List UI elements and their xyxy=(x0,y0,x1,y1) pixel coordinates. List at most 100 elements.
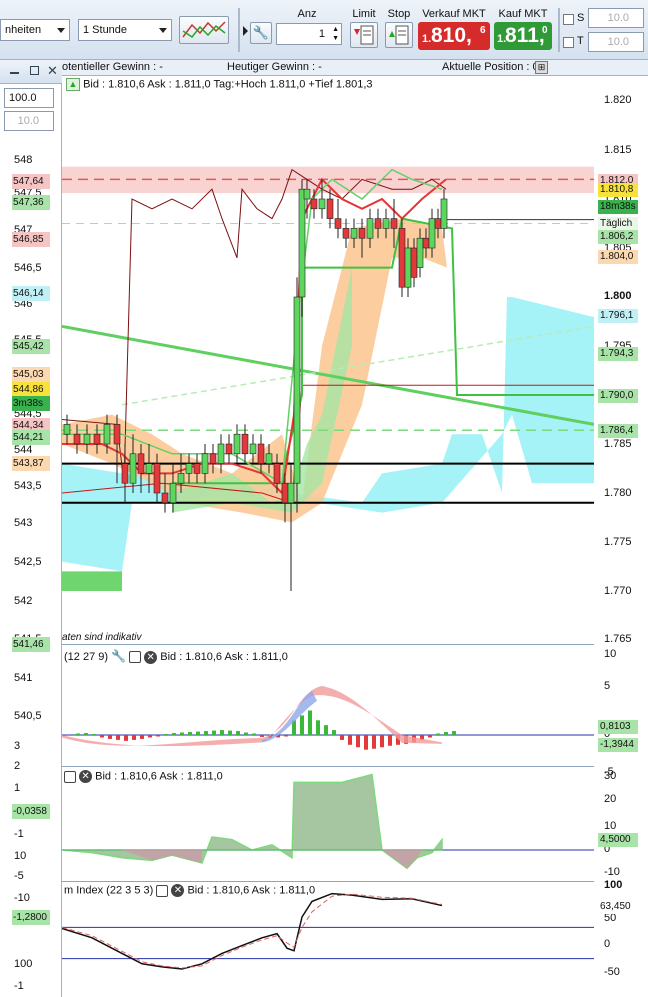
candle-body xyxy=(287,482,295,504)
stop-order-button[interactable] xyxy=(385,22,413,48)
position-settings-icon[interactable]: ⊞ xyxy=(535,61,548,74)
close-icon[interactable]: ✕ xyxy=(144,650,158,664)
macd-histogram-bar xyxy=(388,735,392,746)
left-limit-input[interactable]: 10.0 xyxy=(4,111,54,131)
macd-histogram-bar xyxy=(220,730,224,735)
left-chart-panel: ✕ 100.0 10.0 548547,5547546,5546545,5545… xyxy=(0,60,62,997)
stop-loss-checkbox[interactable] xyxy=(563,14,574,25)
left-axis-tick: 543,5 xyxy=(14,480,42,492)
interval-combo[interactable]: 1 Stunde xyxy=(78,19,172,41)
macd-histogram-bar xyxy=(332,730,336,735)
wrench-icon[interactable]: 🔧 xyxy=(111,649,126,663)
left-axis-tick: 542 xyxy=(14,595,33,607)
minimize-icon[interactable] xyxy=(10,72,19,74)
price-axis-tag: 18m38s xyxy=(598,200,638,214)
candle-body xyxy=(137,453,145,474)
left-limit-value: 10.0 xyxy=(17,115,39,127)
macd-histogram-bar xyxy=(196,731,200,735)
candle-body xyxy=(382,218,390,229)
candle-body xyxy=(121,463,129,484)
price-axis-tick: 1.765 xyxy=(604,633,632,645)
price-axis-tick: 1.780 xyxy=(604,487,632,499)
candle-body xyxy=(390,218,398,229)
oscillator-axis-tick: 30 xyxy=(604,770,617,782)
main-bid-ask-text: Bid : 1.810,6 Ask : 1.811,0 Tag:+Hoch 1.… xyxy=(83,78,373,91)
limit-order-button[interactable] xyxy=(350,22,378,48)
macd-histogram-bar xyxy=(180,732,184,735)
panel-separator-3[interactable] xyxy=(62,881,594,882)
stepper-arrows-icon[interactable]: ▲ ▼ xyxy=(332,25,339,43)
candle-body xyxy=(233,433,241,455)
macd-histogram-bar xyxy=(84,733,88,735)
close-icon[interactable]: ✕ xyxy=(171,884,185,897)
candle-body xyxy=(177,473,185,484)
macd-histogram-bar xyxy=(212,730,216,735)
collapse-arrow-icon[interactable]: ▲ xyxy=(66,78,80,91)
current-position-label: Aktuelle Position : 0 xyxy=(442,61,539,73)
macd-histogram-bar xyxy=(364,735,368,750)
toolbar: nheiten 1 Stunde 🔧 Anz 1 ▲ ▼ Limit Stop V… xyxy=(0,0,648,60)
take-profit-checkbox[interactable] xyxy=(563,37,574,48)
candle-body xyxy=(440,198,448,229)
momentum-signal-line xyxy=(62,893,443,969)
expand-arrow-icon[interactable] xyxy=(243,26,248,36)
macd-axis-tick: 10 xyxy=(604,648,617,660)
window-icon[interactable] xyxy=(64,770,76,783)
candle-body xyxy=(422,237,430,249)
panel-separator-2[interactable] xyxy=(62,766,594,767)
sell-price-prefix: 1. xyxy=(422,33,432,45)
close-icon[interactable]: ✕ xyxy=(79,770,93,783)
wrench-icon[interactable]: 🔧 xyxy=(250,22,272,44)
oscillator-axis-tick: -10 xyxy=(604,866,620,878)
left-axis-tick: 10 xyxy=(14,850,27,862)
chart-area[interactable]: ▲ Bid : 1.810,6 Ask : 1.811,0 Tag:+Hoch … xyxy=(62,76,594,997)
candle-body xyxy=(358,228,366,239)
left-axis-tag: 544,21 xyxy=(12,430,50,445)
oscillator-bid-ask: Bid : 1.810,6 Ask : 1.811,0 xyxy=(95,770,223,783)
unit-combo[interactable]: nheiten xyxy=(0,19,70,41)
price-axis-tag: 1.790,0 xyxy=(598,389,638,403)
left-axis-tag: 541,46 xyxy=(12,637,50,652)
candle-body xyxy=(310,198,318,210)
price-chart-svg[interactable] xyxy=(62,76,594,997)
buy-market-button[interactable]: 1. 811, 0 xyxy=(494,22,552,50)
chart-type-button[interactable] xyxy=(179,16,229,44)
take-profit-input[interactable]: 10.0 xyxy=(588,32,644,52)
macd-histogram-bar xyxy=(308,710,312,735)
left-axis-tag: 3m38s xyxy=(12,396,50,411)
window-icon[interactable] xyxy=(129,651,142,664)
candle-body xyxy=(298,188,306,298)
candle-body xyxy=(434,218,442,229)
oscillator-negative-area xyxy=(122,850,422,869)
left-axis-tag: -0,0358 xyxy=(12,804,50,819)
price-axis-tick: 1.775 xyxy=(604,536,632,548)
buy-label: Kauf MKT xyxy=(498,8,548,20)
candle-body xyxy=(161,492,169,504)
macd-histogram-bar xyxy=(324,725,328,735)
macd-header: (12 27 9) 🔧 ✕ Bid : 1.810,6 Ask : 1.811,… xyxy=(64,649,288,664)
stop-loss-label: S xyxy=(577,12,585,24)
chart-type-icon xyxy=(182,21,226,39)
limit-label: Limit xyxy=(352,8,376,20)
macd-histogram-bar xyxy=(372,735,376,749)
candle-body xyxy=(193,463,201,474)
today-gain-label: Heutiger Gewinn : - xyxy=(227,61,322,73)
close-icon[interactable]: ✕ xyxy=(47,63,58,79)
candle-body xyxy=(103,424,111,445)
stop-loss-input[interactable]: 10.0 xyxy=(588,8,644,28)
maximize-icon[interactable] xyxy=(30,66,39,75)
panel-separator-1[interactable] xyxy=(62,644,594,645)
candle-body xyxy=(334,218,342,229)
quantity-stepper[interactable]: 1 ▲ ▼ xyxy=(276,23,342,45)
price-axis[interactable]: 1.8201.8151.8101.8051.8001.7951.7901.785… xyxy=(594,76,648,997)
sell-price-fraction: 6 xyxy=(480,25,486,36)
candle-body xyxy=(129,453,137,484)
candle-body xyxy=(83,433,91,445)
macd-histogram-bar xyxy=(124,735,128,741)
sell-market-button[interactable]: 1. 810, 6 xyxy=(418,22,490,50)
left-axis-tag: 546,85 xyxy=(12,232,50,247)
window-icon[interactable] xyxy=(156,884,169,897)
macd-histogram-bar xyxy=(164,734,168,735)
indicative-note: aten sind indikativ xyxy=(62,632,142,643)
left-quantity-input[interactable]: 100.0 xyxy=(4,88,54,108)
